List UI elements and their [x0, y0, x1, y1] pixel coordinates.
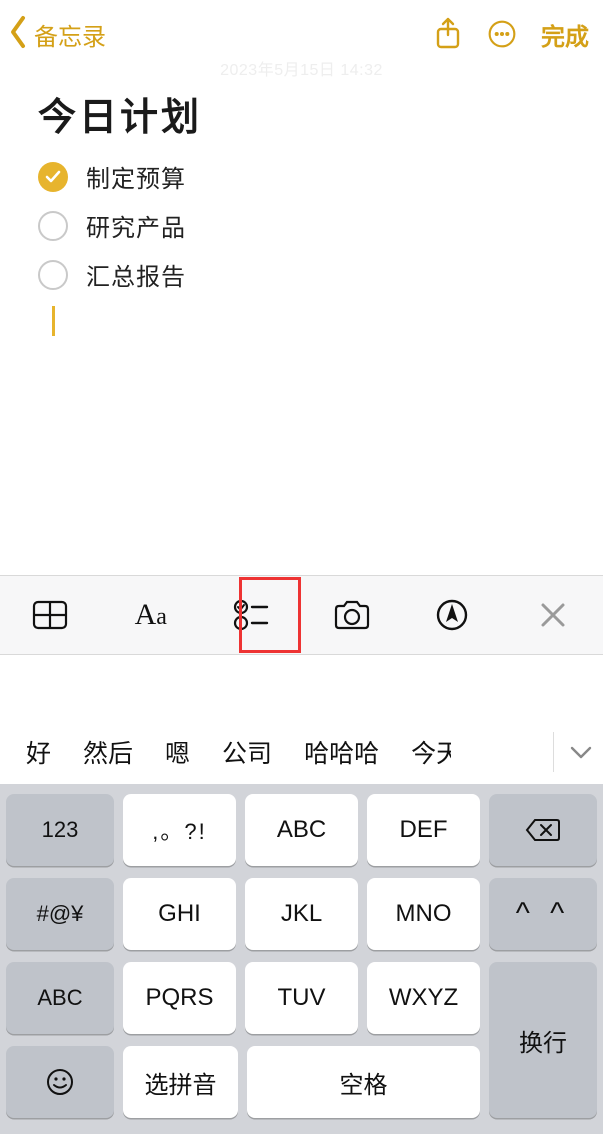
- key-wxyz[interactable]: WXYZ: [367, 962, 480, 1034]
- pen-circle-icon: [435, 598, 469, 632]
- format-icon: Aa: [135, 598, 167, 632]
- key-backspace[interactable]: [489, 794, 597, 866]
- checklist-tool[interactable]: [201, 576, 302, 654]
- key-symbols[interactable]: #@¥: [6, 878, 114, 950]
- editor-toolbar: Aa: [0, 575, 603, 655]
- suggestion[interactable]: 然后: [67, 734, 149, 770]
- checkbox-checked-icon[interactable]: [38, 162, 68, 192]
- text-cursor: [52, 306, 55, 336]
- chevron-down-icon: [569, 744, 593, 760]
- share-icon: [433, 17, 463, 51]
- key-emoji[interactable]: [6, 1046, 114, 1118]
- checklist-item[interactable]: 研究产品: [38, 208, 573, 243]
- back-label: 备忘录: [34, 17, 106, 52]
- key-jkl[interactable]: JKL: [245, 878, 358, 950]
- suggestion[interactable]: 好: [10, 734, 67, 770]
- keyboard: 123 ,。?! ABC DEF #@¥ GHI JKL MNO ^ ^ ABC: [0, 784, 603, 1134]
- key-pinyin[interactable]: 选拼音: [123, 1046, 238, 1118]
- checkbox-empty-icon[interactable]: [38, 260, 68, 290]
- more-circle-icon: [487, 17, 517, 51]
- close-icon: [539, 601, 567, 629]
- table-tool[interactable]: [0, 576, 101, 654]
- suggestion[interactable]: 今天: [395, 734, 451, 770]
- chevron-left-icon: [6, 14, 32, 55]
- checklist-item-label: 汇总报告: [86, 257, 186, 292]
- note-body[interactable]: 今日计划 制定预算 研究产品 汇总报告: [0, 68, 603, 336]
- key-punct[interactable]: ,。?!: [123, 794, 236, 866]
- checklist-item[interactable]: 汇总报告: [38, 257, 573, 292]
- key-space[interactable]: 空格: [247, 1046, 480, 1118]
- camera-tool[interactable]: [302, 576, 403, 654]
- suggestion[interactable]: 哈哈哈: [288, 734, 395, 770]
- dismiss-toolbar[interactable]: [503, 576, 603, 654]
- backspace-icon: [525, 817, 561, 843]
- share-button[interactable]: [433, 17, 463, 51]
- suggestion-bar: 好 然后 嗯 公司 哈哈哈 今天: [0, 720, 603, 784]
- checklist-item-label: 研究产品: [86, 208, 186, 243]
- key-mno[interactable]: MNO: [367, 878, 480, 950]
- markup-tool[interactable]: [402, 576, 503, 654]
- key-123[interactable]: 123: [6, 794, 114, 866]
- key-abc[interactable]: ABC: [245, 794, 358, 866]
- camera-icon: [332, 599, 372, 631]
- emoji-icon: [45, 1067, 75, 1097]
- back-button[interactable]: 备忘录: [6, 14, 106, 55]
- suggestion[interactable]: 嗯: [149, 734, 206, 770]
- checklist-item-label: 制定预算: [86, 159, 186, 194]
- note-title[interactable]: 今日计划: [38, 86, 573, 141]
- navbar: 备忘录 完成: [0, 0, 603, 68]
- format-tool[interactable]: Aa: [101, 576, 202, 654]
- checklist-icon: [233, 598, 269, 632]
- key-return[interactable]: 换行: [489, 962, 597, 1118]
- done-button[interactable]: 完成: [541, 17, 589, 52]
- key-alpha[interactable]: ABC: [6, 962, 114, 1034]
- key-pqrs[interactable]: PQRS: [123, 962, 236, 1034]
- checklist-item[interactable]: 制定预算: [38, 159, 573, 194]
- checkbox-empty-icon[interactable]: [38, 211, 68, 241]
- table-icon: [32, 600, 68, 630]
- more-button[interactable]: [487, 17, 517, 51]
- key-tuv[interactable]: TUV: [245, 962, 358, 1034]
- suggestion[interactable]: 公司: [206, 734, 288, 770]
- key-def[interactable]: DEF: [367, 794, 480, 866]
- collapse-suggestions[interactable]: [553, 732, 593, 772]
- key-ghi[interactable]: GHI: [123, 878, 236, 950]
- key-kaomoji[interactable]: ^ ^: [489, 878, 597, 950]
